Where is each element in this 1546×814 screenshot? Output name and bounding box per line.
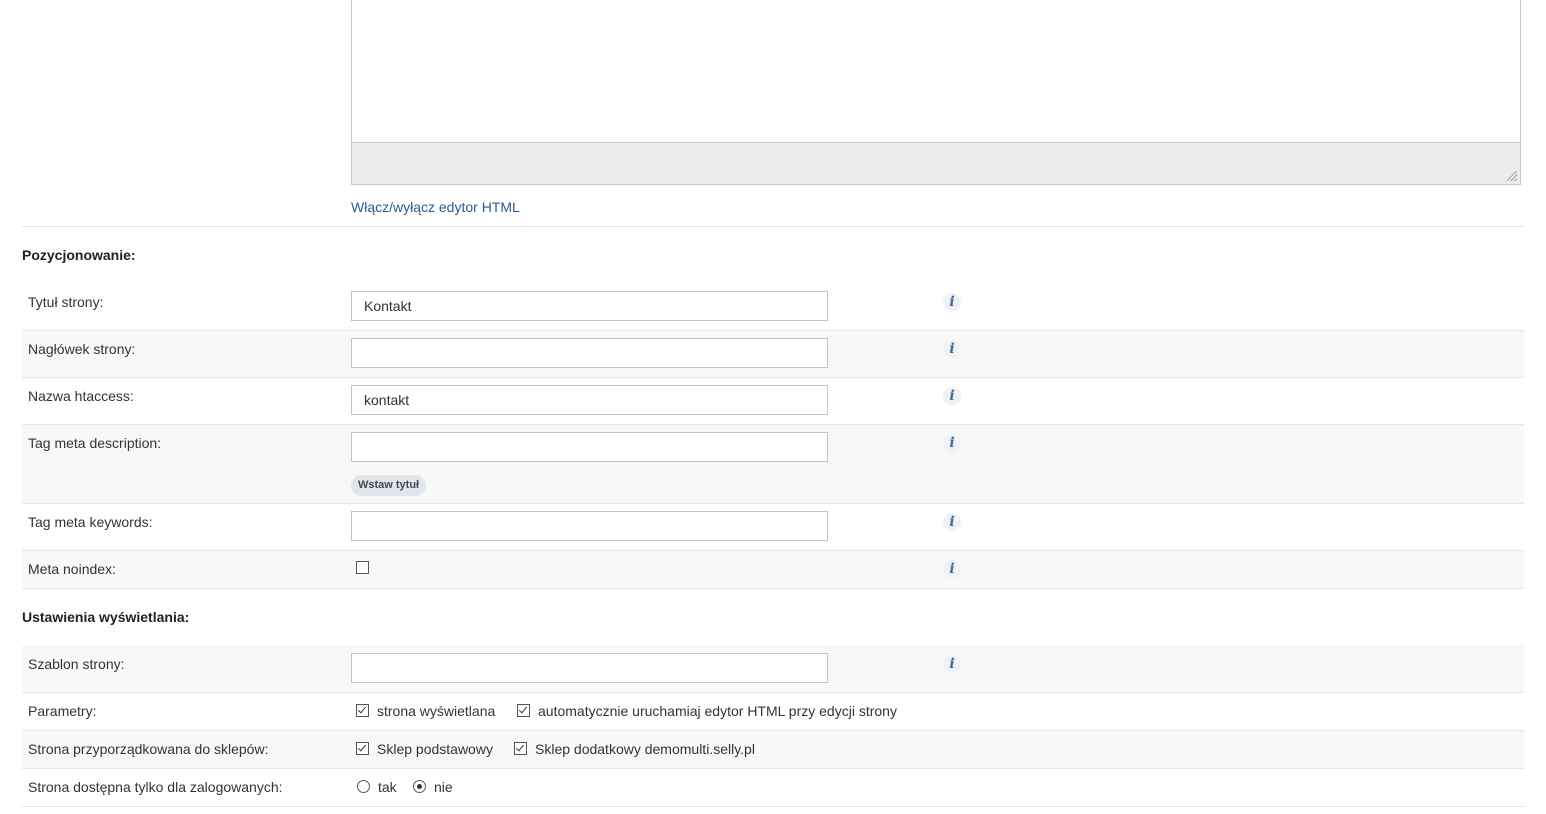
radio-dot-icon (417, 784, 422, 789)
resize-grip-icon[interactable] (1507, 171, 1517, 181)
shop-main-checkbox[interactable] (356, 742, 369, 755)
template-input[interactable] (351, 653, 828, 683)
section-title-display: Ustawienia wyświetlania: (22, 609, 190, 625)
section-title-seo: Pozycjonowanie: (22, 247, 136, 263)
checkmark-icon (357, 742, 367, 752)
checkmark-icon (515, 742, 525, 752)
shop-extra-label: Sklep dodatkowy demomulti.selly.pl (535, 741, 755, 757)
template-label: Szablon strony: (28, 656, 125, 672)
page-header-input[interactable] (351, 338, 828, 368)
meta-keywords-input[interactable] (351, 511, 828, 541)
logged-only-yes-label: tak (378, 779, 397, 795)
params-label: Parametry: (28, 703, 97, 719)
meta-noindex-label: Meta noindex: (28, 561, 116, 577)
page-title-label: Tytuł strony: (28, 294, 104, 310)
param-auto-editor-label: automatycznie uruchamiaj edytor HTML prz… (538, 703, 897, 719)
info-icon[interactable]: i (943, 560, 961, 578)
param-displayed-label: strona wyświetlana (377, 703, 496, 719)
shop-extra-checkbox[interactable] (514, 742, 527, 755)
insert-title-button[interactable]: Wstaw tytuł (351, 475, 427, 496)
logged-only-no-radio[interactable] (413, 780, 426, 793)
meta-keywords-label: Tag meta keywords: (28, 514, 153, 530)
param-displayed-checkbox[interactable] (356, 704, 369, 717)
info-icon[interactable]: i (943, 387, 961, 405)
meta-noindex-checkbox[interactable] (356, 561, 369, 574)
info-icon[interactable]: i (943, 293, 961, 311)
divider (22, 226, 1524, 227)
logged-only-no-label: nie (434, 779, 453, 795)
checkmark-icon (518, 704, 528, 714)
html-editor-statusbar (351, 142, 1521, 185)
divider (22, 806, 1524, 807)
logged-only-label: Strona dostępna tylko dla zalogowanych: (28, 779, 283, 795)
info-icon[interactable]: i (943, 513, 961, 531)
meta-description-input[interactable] (351, 432, 828, 462)
info-icon[interactable]: i (943, 340, 961, 358)
page-header-label: Nagłówek strony: (28, 341, 136, 357)
param-auto-editor-checkbox[interactable] (517, 704, 530, 717)
meta-description-label: Tag meta description: (28, 435, 162, 451)
toggle-html-editor-link[interactable]: Włącz/wyłącz edytor HTML (351, 199, 520, 215)
page-title-input[interactable] (351, 291, 828, 321)
checkmark-icon (357, 704, 367, 714)
info-icon[interactable]: i (943, 655, 961, 673)
shops-label: Strona przyporządkowana do sklepów: (28, 741, 269, 757)
shop-main-label: Sklep podstawowy (377, 741, 493, 757)
form-row-meta-noindex (22, 551, 1524, 588)
divider (22, 588, 1524, 589)
html-editor-textarea[interactable] (351, 0, 1521, 143)
info-icon[interactable]: i (943, 434, 961, 452)
htaccess-label: Nazwa htaccess: (28, 388, 134, 404)
logged-only-yes-radio[interactable] (357, 780, 370, 793)
htaccess-input[interactable] (351, 385, 828, 415)
